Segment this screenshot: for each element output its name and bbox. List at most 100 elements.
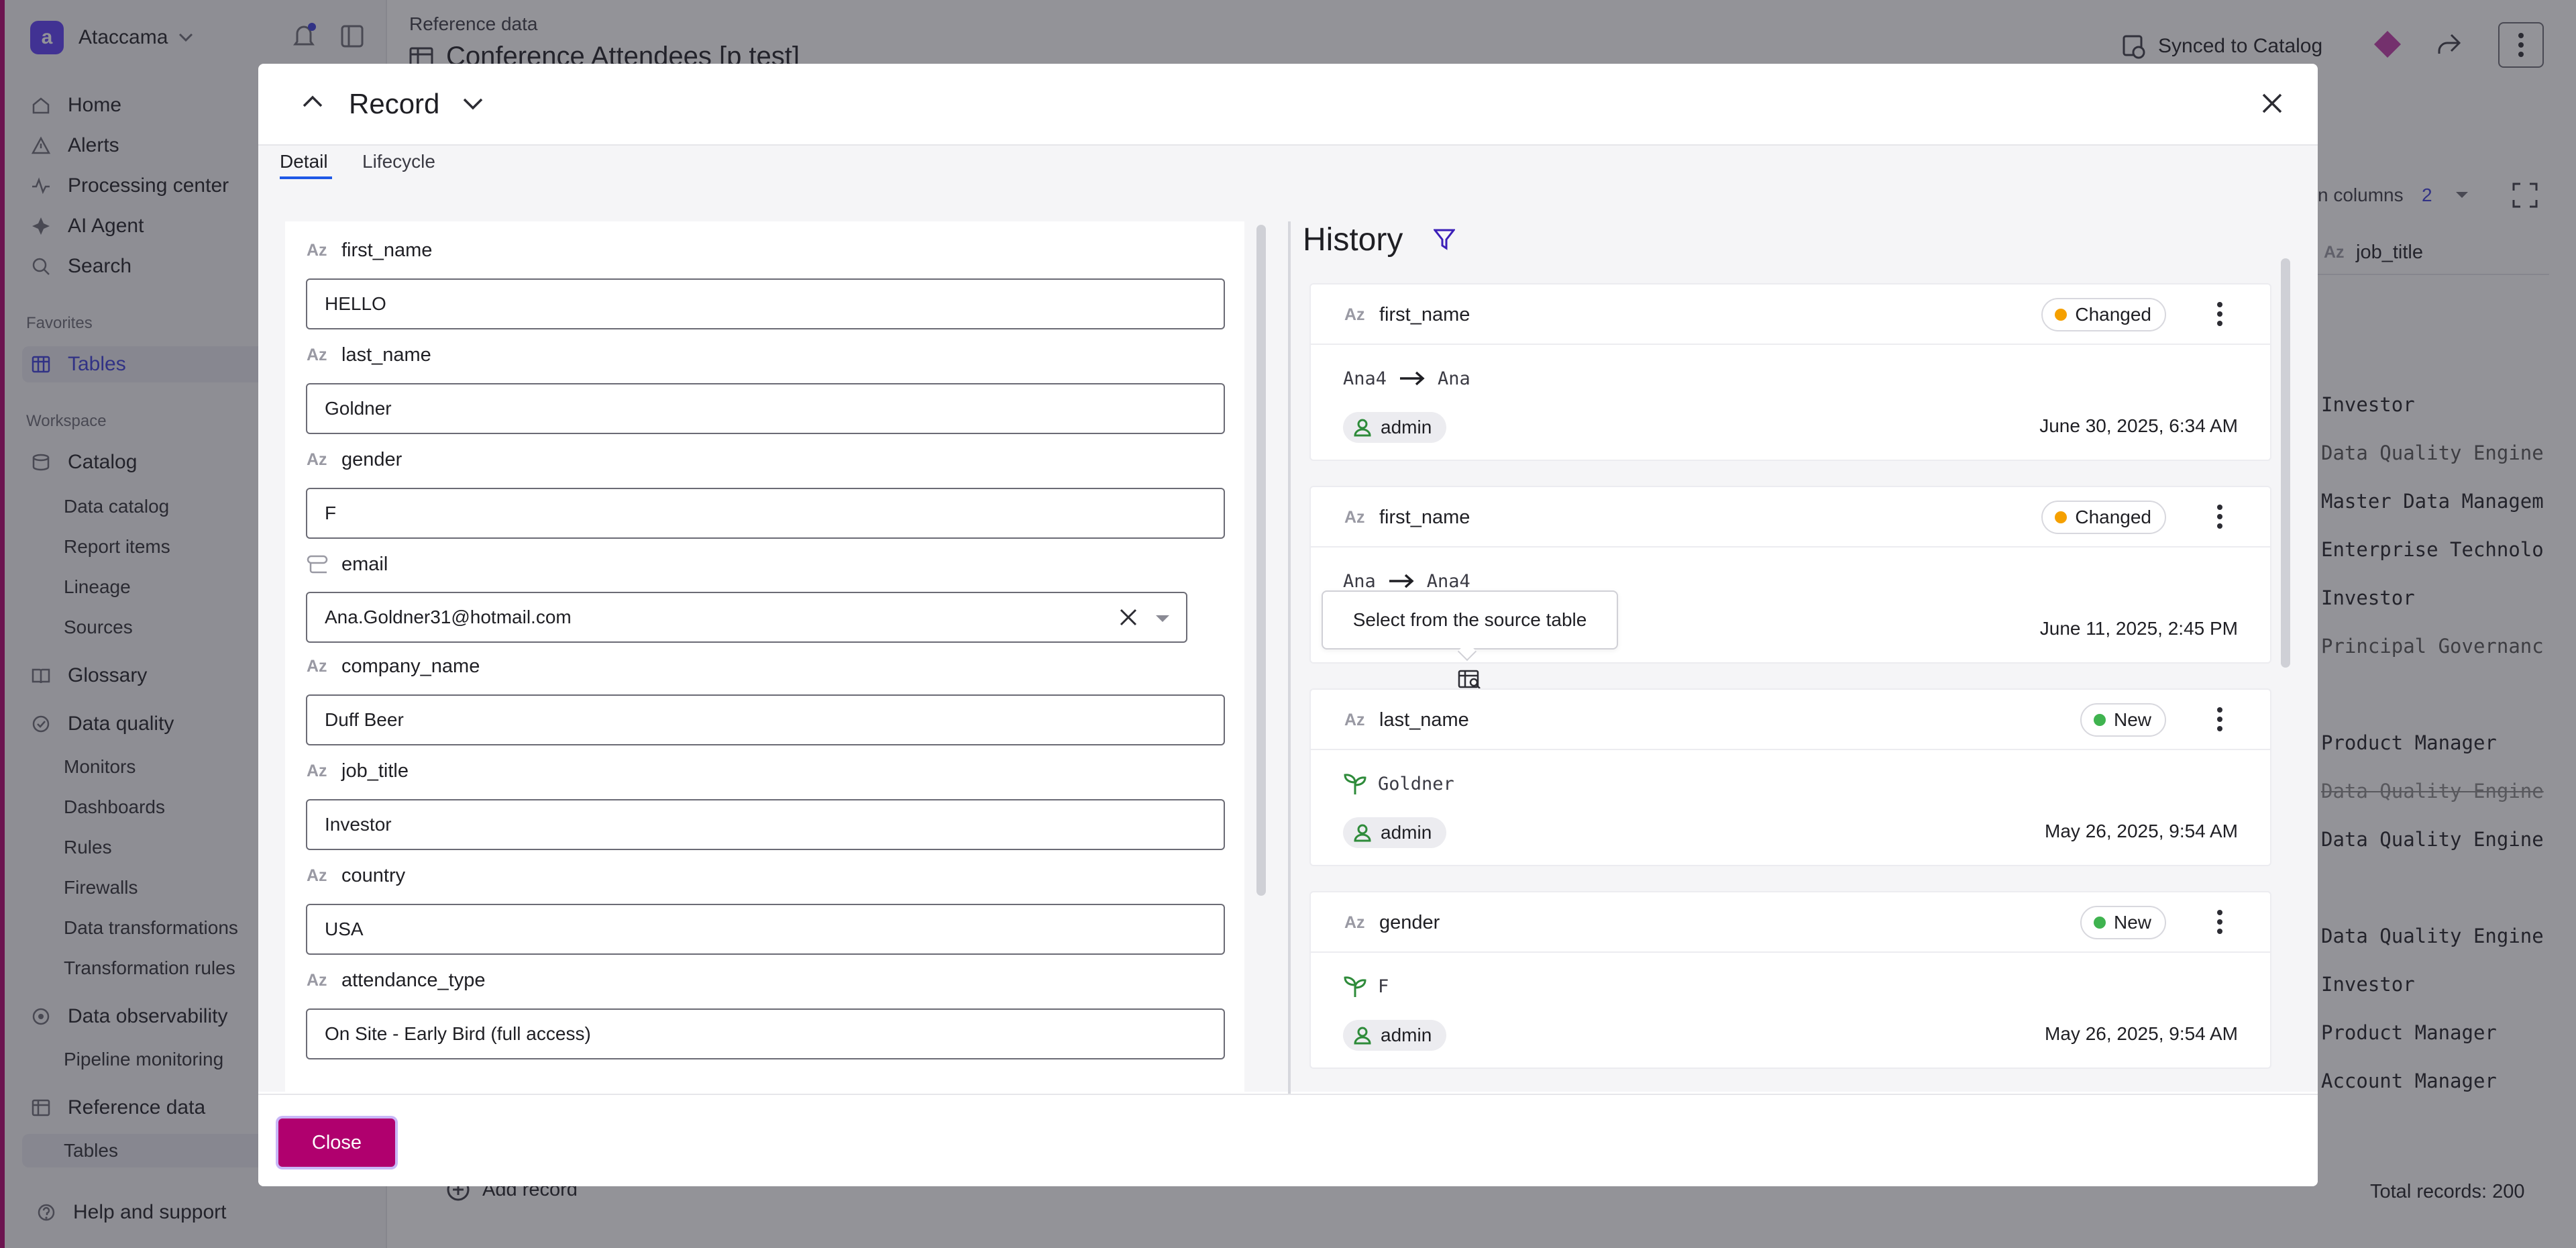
history-field: Az first_name <box>1344 302 1470 327</box>
status-dot <box>2093 714 2106 726</box>
more-vertical-icon[interactable] <box>2216 705 2223 735</box>
tab-lifecycle[interactable]: Lifecycle <box>362 151 435 172</box>
text-type-icon: Az <box>1344 913 1365 932</box>
tab-detail[interactable]: Detail <box>280 151 328 172</box>
history-entry: Az gender New F admin May 26, 2025, 9:54 … <box>1309 891 2271 1069</box>
history-entry: Az first_name Changed Ana4 Ana admin June… <box>1309 283 2271 461</box>
status-badge: New <box>2080 906 2166 939</box>
text-type-icon: Az <box>307 866 327 885</box>
field-label: Az last_name <box>307 343 431 367</box>
field-name: country <box>341 864 406 886</box>
detail-scrollbar[interactable] <box>1256 225 1266 896</box>
user-chip: admin <box>1343 817 1447 848</box>
history-date: May 26, 2025, 9:54 AM <box>2045 821 2238 841</box>
history-change: F <box>1343 973 1389 1000</box>
user-icon <box>1352 1025 1373 1045</box>
field-label: Az attendance_type <box>307 968 485 992</box>
chevron-down-icon[interactable] <box>1155 615 1170 623</box>
text-type-icon: Az <box>307 240 327 260</box>
chevron-up-icon[interactable] <box>303 95 323 108</box>
history-field-name: first_name <box>1379 303 1470 325</box>
user-icon <box>1352 823 1373 843</box>
more-vertical-icon[interactable] <box>2216 502 2223 533</box>
last-name-input[interactable]: Goldner <box>306 383 1225 434</box>
modal-header: Record <box>258 64 2318 146</box>
sprout-icon <box>1343 772 1367 796</box>
arrow-right-icon <box>1399 370 1426 386</box>
text-type-icon: Az <box>307 656 327 676</box>
new-value: F <box>1378 976 1389 997</box>
history-entry: Az last_name New Goldner admin May 26, 20… <box>1309 688 2271 866</box>
status-dot <box>2093 917 2106 929</box>
email-select-value: Ana.Goldner31@hotmail.com <box>325 607 572 627</box>
history-change: Goldner <box>1343 770 1454 797</box>
text-type-icon: Az <box>307 450 327 469</box>
company-name-input[interactable]: Duff Beer <box>306 694 1225 745</box>
history-field-name: last_name <box>1379 709 1469 731</box>
field-name: attendance_type <box>341 969 486 991</box>
old-value: Ana4 <box>1343 368 1387 389</box>
text-type-icon: Az <box>1344 710 1365 729</box>
modal-footer: Close <box>258 1094 2318 1186</box>
history-title: History <box>1303 221 1403 258</box>
attendance-type-input[interactable]: On Site - Early Bird (full access) <box>306 1008 1225 1059</box>
history-field: Az last_name <box>1344 707 1469 733</box>
tooltip: Select from the source table <box>1322 590 1618 649</box>
history-scrollbar[interactable] <box>2281 258 2290 668</box>
new-value: Goldner <box>1378 773 1454 794</box>
history-field: Az first_name <box>1344 505 1470 530</box>
status-dot <box>2055 309 2068 321</box>
gender-input[interactable]: F <box>306 488 1225 539</box>
more-vertical-icon[interactable] <box>2216 299 2223 330</box>
chevron-down-icon[interactable] <box>463 97 483 111</box>
filter-icon[interactable] <box>1434 228 1455 251</box>
field-label: Az gender <box>307 448 402 472</box>
tab-detail-underline <box>280 176 332 179</box>
job-title-input[interactable]: Investor <box>306 799 1225 850</box>
history-date: May 26, 2025, 9:54 AM <box>2045 1023 2238 1044</box>
new-value: Ana <box>1438 368 1470 389</box>
text-type-icon: Az <box>307 761 327 780</box>
panel-resize-divider[interactable] <box>1288 221 1291 1134</box>
clear-icon[interactable] <box>1119 608 1138 627</box>
status-dot <box>2055 511 2068 523</box>
status-label: Changed <box>2075 507 2151 527</box>
new-value: Ana4 <box>1426 570 1470 592</box>
history-field-name: first_name <box>1379 506 1470 528</box>
history-date: June 11, 2025, 2:45 PM <box>2039 618 2238 639</box>
country-input[interactable]: USA <box>306 904 1225 955</box>
field-label: Az job_title <box>307 759 409 783</box>
status-badge: Changed <box>2041 501 2166 534</box>
email-select[interactable]: Ana.Goldner31@hotmail.com <box>306 592 1187 643</box>
field-name: company_name <box>341 655 480 677</box>
history-title-text: History <box>1303 222 1403 258</box>
field-label: Az first_name <box>307 238 432 262</box>
user-name: admin <box>1381 1025 1432 1045</box>
field-name: gender <box>341 448 402 470</box>
close-button[interactable]: Close <box>278 1119 395 1167</box>
user-chip: admin <box>1343 412 1447 443</box>
field-name: last_name <box>341 344 431 366</box>
text-type-icon: Az <box>307 970 327 990</box>
first-name-input[interactable]: HELLO <box>306 278 1225 329</box>
field-name: email <box>341 553 388 575</box>
modal-title: Record <box>349 88 440 119</box>
user-name: admin <box>1381 822 1432 843</box>
status-label: Changed <box>2075 304 2151 325</box>
history-field: Az gender <box>1344 910 1440 935</box>
lookup-type-icon <box>307 554 341 574</box>
history-date: June 30, 2025, 6:34 AM <box>2039 415 2238 436</box>
status-label: New <box>2113 912 2151 933</box>
close-icon[interactable] <box>2261 93 2283 114</box>
field-label: email <box>307 552 388 576</box>
field-name: job_title <box>341 760 409 782</box>
arrow-right-icon <box>1388 573 1415 589</box>
sprout-icon <box>1343 974 1367 998</box>
source-table-lookup-icon[interactable] <box>1458 670 1482 690</box>
status-badge: New <box>2080 703 2166 737</box>
more-vertical-icon[interactable] <box>2216 907 2223 938</box>
user-name: admin <box>1381 417 1432 437</box>
field-label: Az country <box>307 864 405 888</box>
history-change: Ana4 Ana <box>1343 365 1470 392</box>
status-label: New <box>2113 709 2151 730</box>
